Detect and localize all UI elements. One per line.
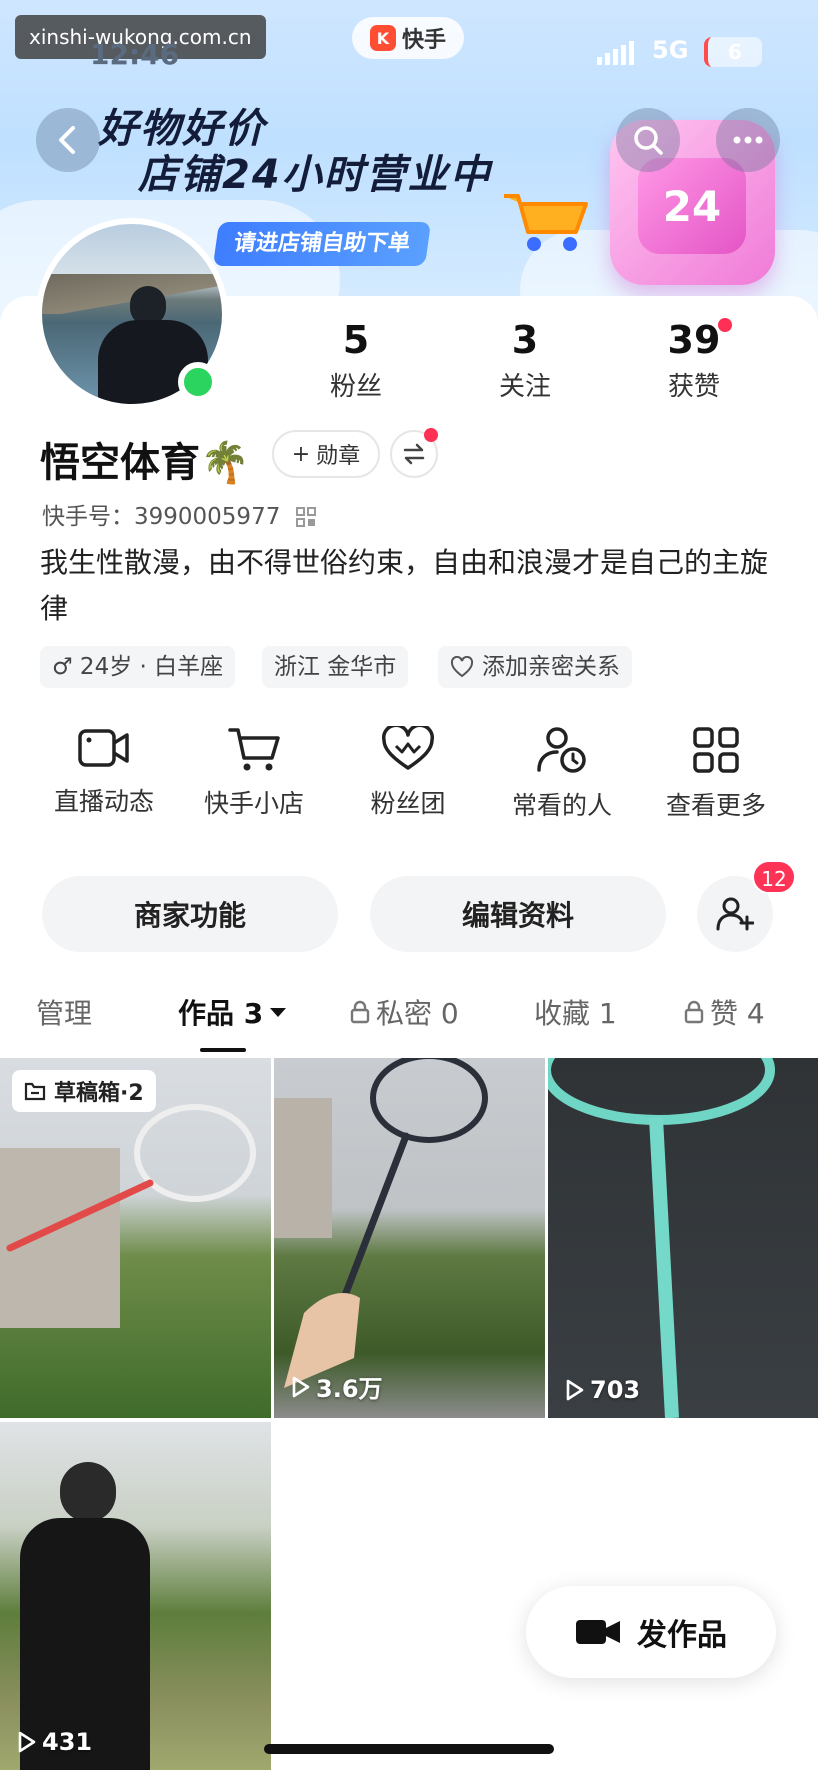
tool-more[interactable]: 查看更多 bbox=[641, 726, 791, 822]
medal-button[interactable]: + 勋章 bbox=[272, 430, 380, 478]
stat-likes[interactable]: 39 获赞 bbox=[634, 318, 754, 403]
racket-illustration bbox=[284, 1058, 488, 1388]
stat-number: 5 bbox=[342, 318, 370, 362]
network-type: 5G bbox=[652, 36, 689, 64]
active-tab-indicator bbox=[200, 1048, 246, 1052]
stat-label: 粉丝 bbox=[329, 372, 382, 402]
view-count: 703 bbox=[566, 1376, 640, 1404]
stat-number: 39 bbox=[667, 318, 721, 362]
more-dots-icon bbox=[733, 136, 763, 144]
work-tile[interactable]: 431 bbox=[0, 1422, 271, 1770]
view-count: 3.6万 bbox=[292, 1369, 383, 1404]
view-count: 431 bbox=[18, 1728, 92, 1756]
publish-button[interactable]: 发作品 bbox=[526, 1586, 776, 1678]
content-tabs: 管理 作品 3 私密 0 收藏 1 赞 4 bbox=[0, 992, 818, 1042]
search-button[interactable] bbox=[616, 108, 680, 172]
tool-label: 快手小店 bbox=[203, 789, 304, 818]
lock-icon bbox=[684, 1000, 704, 1024]
user-clock-icon bbox=[537, 727, 586, 773]
racket-illustration bbox=[6, 1104, 256, 1252]
app-name: 快手 bbox=[401, 28, 446, 53]
work-tile[interactable]: 703 bbox=[548, 1058, 818, 1418]
signal-icon bbox=[597, 41, 634, 65]
shopping-cart-illustration-icon bbox=[504, 194, 588, 251]
tool-frequent-people[interactable]: 常看的人 bbox=[487, 726, 637, 822]
kuaishou-logo-icon: K bbox=[369, 25, 396, 51]
play-icon bbox=[292, 1376, 310, 1397]
profile-bio: 我生性散漫，由不得世俗约束，自由和浪漫才是自己的主旋律 bbox=[40, 546, 769, 625]
person-head bbox=[60, 1462, 116, 1522]
tool-fan-club[interactable]: 粉丝团 bbox=[333, 726, 483, 820]
tool-label: 直播动态 bbox=[53, 787, 154, 816]
stat-label: 获赞 bbox=[667, 372, 720, 402]
tool-label: 粉丝团 bbox=[370, 789, 446, 818]
work-tile[interactable]: 3.6万 bbox=[274, 1058, 545, 1418]
tool-live-feed[interactable]: 直播动态 bbox=[29, 726, 179, 818]
tool-shop[interactable]: 快手小店 bbox=[179, 726, 329, 820]
medal-label: 勋章 bbox=[316, 444, 361, 469]
notification-dot bbox=[718, 318, 732, 332]
folder-icon bbox=[24, 1082, 46, 1101]
draft-box-label: 草稿箱·2 bbox=[12, 1070, 156, 1112]
friend-request-badge: 12 bbox=[752, 860, 796, 894]
lock-icon bbox=[350, 1000, 370, 1024]
tag-add-relationship[interactable]: 添加亲密关系 bbox=[438, 646, 632, 688]
chevron-left-icon bbox=[59, 126, 75, 154]
play-icon bbox=[566, 1379, 584, 1401]
banner-cta-button[interactable]: 请进店铺自助下单 bbox=[212, 222, 432, 266]
heart-icon bbox=[382, 726, 434, 770]
merchant-functions-button[interactable]: 商家功能 bbox=[42, 876, 338, 952]
tag-age-zodiac[interactable]: ♂ 24岁 · 白羊座 bbox=[40, 646, 236, 688]
link-heart-icon bbox=[450, 656, 474, 678]
notification-dot bbox=[424, 428, 438, 442]
cart-icon bbox=[228, 728, 280, 771]
search-icon bbox=[634, 126, 663, 155]
kuaishou-id-text: 快手号：3990005977 bbox=[42, 504, 281, 530]
tab-private[interactable]: 私密 0 bbox=[350, 992, 459, 1032]
stat-fans[interactable]: 5 粉丝 bbox=[296, 318, 416, 403]
video-camera-icon bbox=[78, 729, 129, 767]
work-tile-draft[interactable]: 草稿箱·2 bbox=[0, 1058, 271, 1418]
add-user-icon bbox=[716, 897, 754, 931]
app-indicator: K 快手 bbox=[352, 17, 464, 59]
home-indicator bbox=[264, 1744, 554, 1754]
tab-works[interactable]: 作品 3 bbox=[178, 992, 287, 1032]
status-time: 12:46 bbox=[90, 38, 180, 71]
tool-label: 常看的人 bbox=[511, 791, 612, 820]
racket-illustration bbox=[548, 1058, 775, 1418]
stat-number: 3 bbox=[511, 318, 539, 362]
caret-down-icon bbox=[270, 1008, 287, 1017]
tag-location[interactable]: 浙江 金华市 bbox=[262, 646, 409, 688]
tab-manage[interactable]: 管理 bbox=[36, 992, 92, 1032]
tool-label: 查看更多 bbox=[665, 791, 766, 820]
kuaishou-id[interactable]: 快手号：3990005977 bbox=[42, 497, 316, 531]
banner-title-line2: 店铺24小时营业中 bbox=[138, 152, 492, 198]
grid-icon bbox=[693, 727, 739, 773]
video-camera-icon bbox=[576, 1620, 620, 1644]
online-status-dot bbox=[178, 362, 218, 402]
swap-arrows-icon bbox=[403, 443, 425, 465]
stat-label: 关注 bbox=[498, 372, 551, 402]
back-button[interactable] bbox=[36, 108, 100, 172]
edit-profile-button[interactable]: 编辑资料 bbox=[370, 876, 666, 952]
stat-following[interactable]: 3 关注 bbox=[465, 318, 585, 403]
qr-code-icon[interactable] bbox=[295, 507, 316, 527]
profile-name: 悟空体育🌴 bbox=[40, 440, 250, 486]
plus-icon: + bbox=[291, 441, 311, 467]
more-button[interactable] bbox=[716, 108, 780, 172]
play-icon bbox=[18, 1731, 36, 1753]
tab-favorites[interactable]: 收藏 1 bbox=[534, 992, 617, 1032]
tag-label: 添加亲密关系 bbox=[482, 654, 620, 680]
publish-label: 发作品 bbox=[637, 1618, 727, 1653]
battery-icon: 6 bbox=[704, 37, 762, 67]
24h-badge-text: 24 bbox=[638, 158, 746, 254]
tab-liked[interactable]: 赞 4 bbox=[684, 992, 765, 1032]
